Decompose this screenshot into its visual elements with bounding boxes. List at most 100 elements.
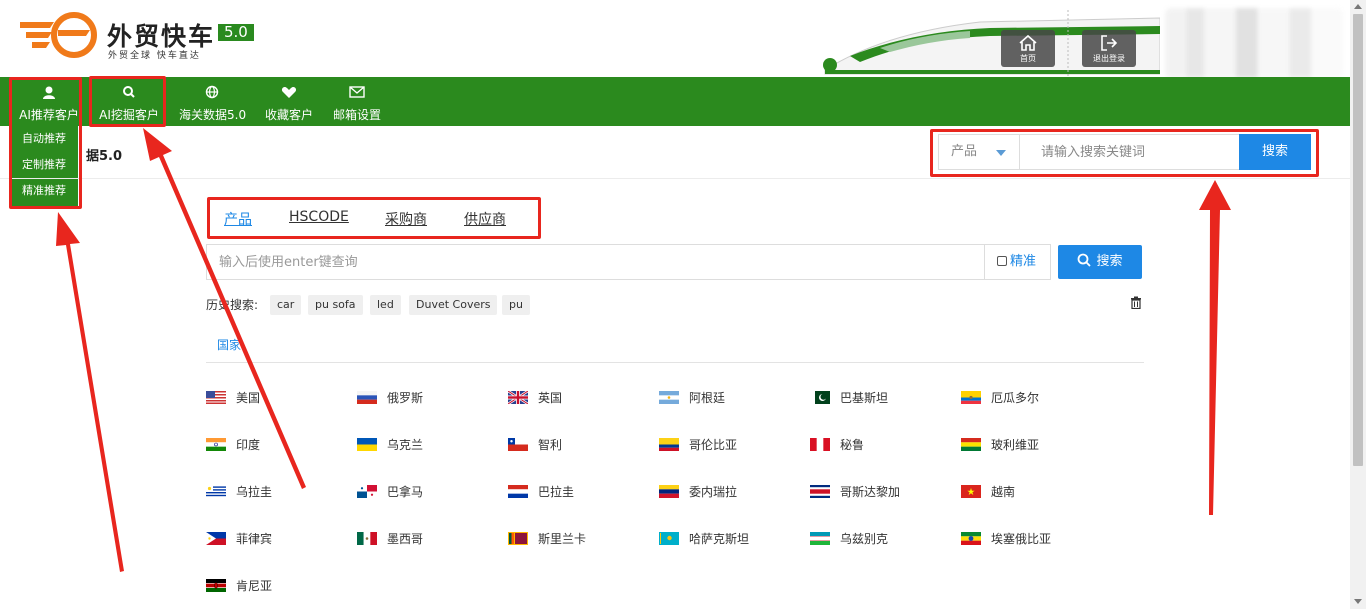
country-name: 越南 [991, 485, 1016, 499]
trash-icon[interactable] [1130, 296, 1142, 309]
kenya-flag-icon [206, 579, 226, 592]
brand-logo[interactable] [18, 12, 98, 58]
nav-item-favorites[interactable]: 收藏客户 [264, 77, 314, 126]
country-item[interactable]: 秘鲁 [810, 435, 864, 455]
nav-item-customs-data[interactable]: 海关数据5.0 [179, 77, 246, 126]
main-nav: AI推荐客户 AI挖掘客户 海关数据5.0 收藏客户 邮箱设置 [0, 77, 1350, 126]
country-name: 肯尼亚 [236, 579, 273, 593]
scroll-up-arrow-icon[interactable] [1354, 4, 1362, 9]
search-icon [1078, 253, 1092, 267]
country-item[interactable]: 乌兹别克 [810, 529, 888, 549]
heart-icon [281, 86, 297, 98]
main-search-bar: 精准 [206, 244, 1051, 280]
country-item[interactable]: 哈萨克斯坦 [659, 529, 749, 549]
peru-flag-icon [810, 438, 830, 451]
vietnam-flag-icon [961, 485, 981, 498]
tab-country[interactable]: 国家 [217, 336, 241, 353]
home-icon [1019, 34, 1037, 51]
country-item[interactable]: 巴拿马 [357, 482, 423, 502]
blurred-user-info [1165, 8, 1343, 78]
country-name: 玻利维亚 [991, 438, 1040, 452]
india-flag-icon [206, 438, 226, 451]
country-item[interactable]: 厄瓜多尔 [961, 388, 1039, 408]
mail-icon [349, 86, 365, 98]
annotation-box-top-search [930, 129, 1319, 177]
country-name: 印度 [236, 438, 261, 452]
logout-button-label: 退出登录 [1093, 54, 1125, 63]
country-name: 乌拉圭 [236, 485, 273, 499]
main-search-input[interactable] [207, 245, 984, 279]
country-item[interactable]: 巴基斯坦 [810, 388, 888, 408]
country-item[interactable]: 印度 [206, 435, 260, 455]
country-item[interactable]: 乌拉圭 [206, 482, 272, 502]
globe-icon [205, 85, 219, 99]
country-name: 乌克兰 [387, 438, 424, 452]
sri-lanka-flag-icon [508, 532, 528, 545]
history-chip[interactable]: pu [502, 295, 530, 315]
annotation-arrow-left [56, 212, 124, 572]
country-name: 委内瑞拉 [689, 485, 738, 499]
page-scrollbar[interactable] [1350, 0, 1366, 609]
ukraine-flag-icon [357, 438, 377, 451]
country-item[interactable]: 玻利维亚 [961, 435, 1039, 455]
main-search-button[interactable]: 搜索 [1058, 245, 1142, 279]
panama-flag-icon [357, 485, 377, 498]
annotation-box-tabs [207, 197, 541, 239]
home-button[interactable]: 首页 [1001, 30, 1055, 67]
country-item[interactable]: 哥斯达黎加 [810, 482, 900, 502]
ethiopia-flag-icon [961, 532, 981, 545]
country-item[interactable]: 墨西哥 [357, 529, 423, 549]
history-chip[interactable]: pu sofa [308, 295, 363, 315]
pakistan-flag-icon [810, 391, 830, 404]
country-item[interactable]: 阿根廷 [659, 388, 725, 408]
country-item[interactable]: 越南 [961, 482, 1015, 502]
main-search-button-label: 搜索 [1096, 254, 1123, 269]
country-item[interactable]: 英国 [508, 388, 562, 408]
ecuador-flag-icon [961, 391, 981, 404]
country-item[interactable]: 乌克兰 [357, 435, 423, 455]
exact-match-checkbox[interactable]: 精准 [984, 245, 1051, 279]
page-title: 据5.0 [86, 149, 123, 164]
country-item[interactable]: 委内瑞拉 [659, 482, 737, 502]
country-name: 美国 [236, 391, 261, 405]
nav-item-mail-settings[interactable]: 邮箱设置 [332, 77, 382, 126]
country-item[interactable]: 菲律宾 [206, 529, 272, 549]
nav-item-label: 收藏客户 [264, 108, 313, 122]
uruguay-flag-icon [206, 485, 226, 498]
country-name: 巴基斯坦 [840, 391, 889, 405]
russia-flag-icon [357, 391, 377, 404]
country-item[interactable]: 俄罗斯 [357, 388, 423, 408]
country-name: 巴拿马 [387, 485, 424, 499]
country-item[interactable]: 埃塞俄比亚 [961, 529, 1051, 549]
logout-button[interactable]: 退出登录 [1082, 30, 1136, 67]
country-item[interactable]: 哥伦比亚 [659, 435, 737, 455]
country-item[interactable]: 肯尼亚 [206, 576, 272, 596]
scrollbar-thumb[interactable] [1353, 14, 1363, 466]
history-chip[interactable]: led [370, 295, 401, 315]
uzbekistan-flag-icon [810, 532, 830, 545]
country-item[interactable]: 巴拉圭 [508, 482, 574, 502]
country-item[interactable]: 美国 [206, 388, 260, 408]
logout-icon [1101, 35, 1118, 51]
country-name: 乌兹别克 [840, 532, 889, 546]
country-name: 秘鲁 [840, 438, 865, 452]
argentina-flag-icon [659, 391, 679, 404]
country-name: 阿根廷 [689, 391, 726, 405]
country-name: 巴拉圭 [538, 485, 575, 499]
country-name: 哥伦比亚 [689, 438, 738, 452]
philippines-flag-icon [206, 532, 226, 545]
scroll-down-arrow-icon[interactable] [1354, 599, 1362, 604]
colombia-flag-icon [659, 438, 679, 451]
nav-item-label: 邮箱设置 [332, 108, 381, 122]
country-name: 哈萨克斯坦 [689, 532, 750, 546]
country-item[interactable]: 斯里兰卡 [508, 529, 586, 549]
country-item[interactable]: 智利 [508, 435, 562, 455]
home-button-label: 首页 [1020, 54, 1036, 63]
history-chip[interactable]: Duvet Covers [409, 295, 498, 315]
history-chip[interactable]: car [270, 295, 302, 315]
header: 外贸快车 5.0 外贸全球 快车直达 首页 退出登录 [0, 0, 1366, 78]
country-name: 菲律宾 [236, 532, 273, 546]
venezuela-flag-icon [659, 485, 679, 498]
divider [0, 178, 1350, 179]
paraguay-flag-icon [508, 485, 528, 498]
